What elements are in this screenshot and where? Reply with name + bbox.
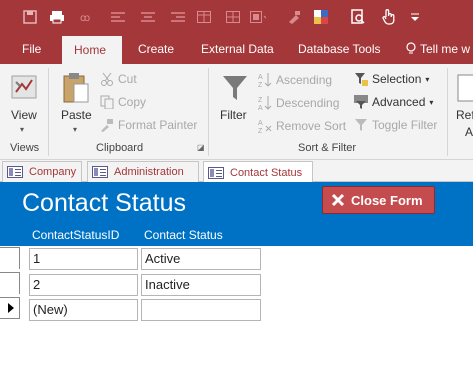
funnel-icon: [223, 76, 247, 100]
sort-filter-group-label: Sort & Filter: [298, 142, 357, 154]
svg-text:Z: Z: [258, 128, 263, 134]
toggle-filter-button[interactable]: Toggle Filter: [354, 118, 437, 132]
ribbon-home: View ▾ Views Paste ▾ Cut Copy Format Pai…: [0, 64, 473, 160]
contactstatusid-field[interactable]: 2: [29, 274, 138, 296]
lightbulb-icon: [406, 42, 416, 54]
advanced-filter-icon: [354, 95, 368, 109]
form-icon: [7, 166, 23, 178]
new-record-selector[interactable]: [0, 297, 20, 319]
layout-icon[interactable]: [250, 9, 266, 25]
format-painter-button[interactable]: Format Painter: [100, 118, 197, 132]
align-right-icon[interactable]: [170, 9, 186, 25]
undo-format-icon[interactable]: ꝏ: [80, 9, 96, 25]
column-header-contactstatusid: ContactStatusID: [32, 228, 120, 242]
svg-text:Z: Z: [258, 82, 263, 88]
selection-dropdown-icon: ▾: [425, 74, 430, 84]
paintbrush-icon: [101, 119, 113, 132]
record-selector[interactable]: [0, 272, 20, 294]
save-icon[interactable]: [22, 9, 38, 25]
contactstatusid-field[interactable]: 1: [29, 248, 138, 270]
form-title: Contact Status: [22, 189, 186, 217]
copy-icon: [100, 95, 114, 109]
remove-sort-icon: AZ: [258, 120, 272, 134]
svg-text:A: A: [258, 74, 263, 81]
views-group-label: Views: [10, 142, 40, 154]
close-form-button[interactable]: Close Form: [322, 186, 435, 214]
contact-status-field[interactable]: Active: [141, 248, 261, 270]
align-center-icon[interactable]: [140, 9, 156, 25]
current-record-arrow-icon: [8, 303, 14, 313]
record-selector[interactable]: [0, 247, 20, 269]
svg-text:A: A: [258, 120, 263, 127]
touch-mode-icon[interactable]: [381, 9, 397, 25]
object-tab-company[interactable]: Company: [2, 161, 82, 182]
copy-button[interactable]: Copy: [100, 95, 146, 109]
sort-descending-icon: ZA: [258, 96, 272, 111]
ribbon-tab-strip: File Home Create External Data Database …: [0, 34, 473, 64]
print-icon[interactable]: [49, 9, 65, 25]
tab-external-data[interactable]: External Data: [199, 34, 276, 64]
svg-text:ꝏ: ꝏ: [80, 13, 90, 24]
form-header: Contact Status Close Form ContactStatusI…: [0, 182, 473, 246]
object-tab-contact-status[interactable]: Contact Status: [203, 161, 313, 183]
quick-access-toolbar: ꝏ: [0, 0, 473, 34]
form-icon: [208, 166, 224, 179]
customize-qat-icon[interactable]: [407, 9, 423, 25]
tab-home[interactable]: Home: [62, 36, 122, 64]
tell-me-label: Tell me w: [420, 42, 471, 56]
object-tab-strip: Company Administration Contact Status: [0, 160, 473, 183]
advanced-button[interactable]: Advanced ▾: [354, 95, 433, 109]
selection-filter-icon: [355, 73, 368, 86]
refresh-all-button[interactable]: Refr A: [453, 68, 473, 138]
tab-file[interactable]: File: [20, 34, 43, 64]
contact-status-field[interactable]: Inactive: [141, 274, 261, 296]
cut-button[interactable]: Cut: [100, 72, 137, 86]
svg-text:A: A: [258, 105, 263, 111]
new-contactstatusid-field[interactable]: (New): [29, 299, 138, 321]
access-window: ꝏ File Home Create External Data Databas…: [0, 0, 473, 392]
new-contact-status-field[interactable]: [141, 299, 261, 321]
sort-ascending-button[interactable]: AZ Ascending: [258, 72, 332, 88]
theme-colors-icon[interactable]: [314, 9, 330, 25]
column-header-contact-status: Contact Status: [144, 228, 223, 242]
table-icon[interactable]: [196, 9, 212, 25]
clipboard-group-label: Clipboard: [96, 142, 144, 154]
grid-icon[interactable]: [225, 9, 241, 25]
filter-button[interactable]: Filter: [214, 68, 254, 138]
toggle-filter-icon: [355, 119, 367, 131]
tab-database-tools[interactable]: Database Tools: [296, 34, 383, 64]
scissors-icon: [101, 72, 113, 86]
advanced-dropdown-icon: ▾: [429, 97, 434, 107]
tab-create[interactable]: Create: [136, 34, 176, 64]
object-tab-administration[interactable]: Administration: [87, 161, 199, 182]
paste-button[interactable]: Paste ▾: [56, 68, 96, 138]
paste-icon: [63, 73, 89, 103]
sort-descending-button[interactable]: ZA Descending: [258, 95, 339, 111]
format-painter-icon[interactable]: [286, 9, 302, 25]
form-icon: [92, 166, 108, 178]
tell-me-search[interactable]: Tell me w: [404, 34, 472, 64]
sort-ascending-icon: AZ: [258, 73, 272, 88]
svg-text:Z: Z: [258, 97, 263, 104]
align-left-icon[interactable]: [110, 9, 126, 25]
remove-sort-button[interactable]: AZ Remove Sort: [258, 118, 346, 134]
selection-button[interactable]: Selection ▾: [354, 72, 429, 86]
clipboard-launcher-icon[interactable]: ◪: [197, 143, 205, 152]
paste-dropdown-icon: ▾: [73, 125, 78, 134]
print-preview-icon[interactable]: [350, 9, 366, 25]
view-icon: [11, 75, 37, 99]
contact-status-form: Contact Status Close Form ContactStatusI…: [0, 182, 473, 392]
view-button[interactable]: View ▾: [6, 68, 44, 138]
close-icon: [331, 193, 345, 207]
view-dropdown-icon: ▾: [20, 125, 25, 134]
refresh-icon: [457, 74, 473, 102]
